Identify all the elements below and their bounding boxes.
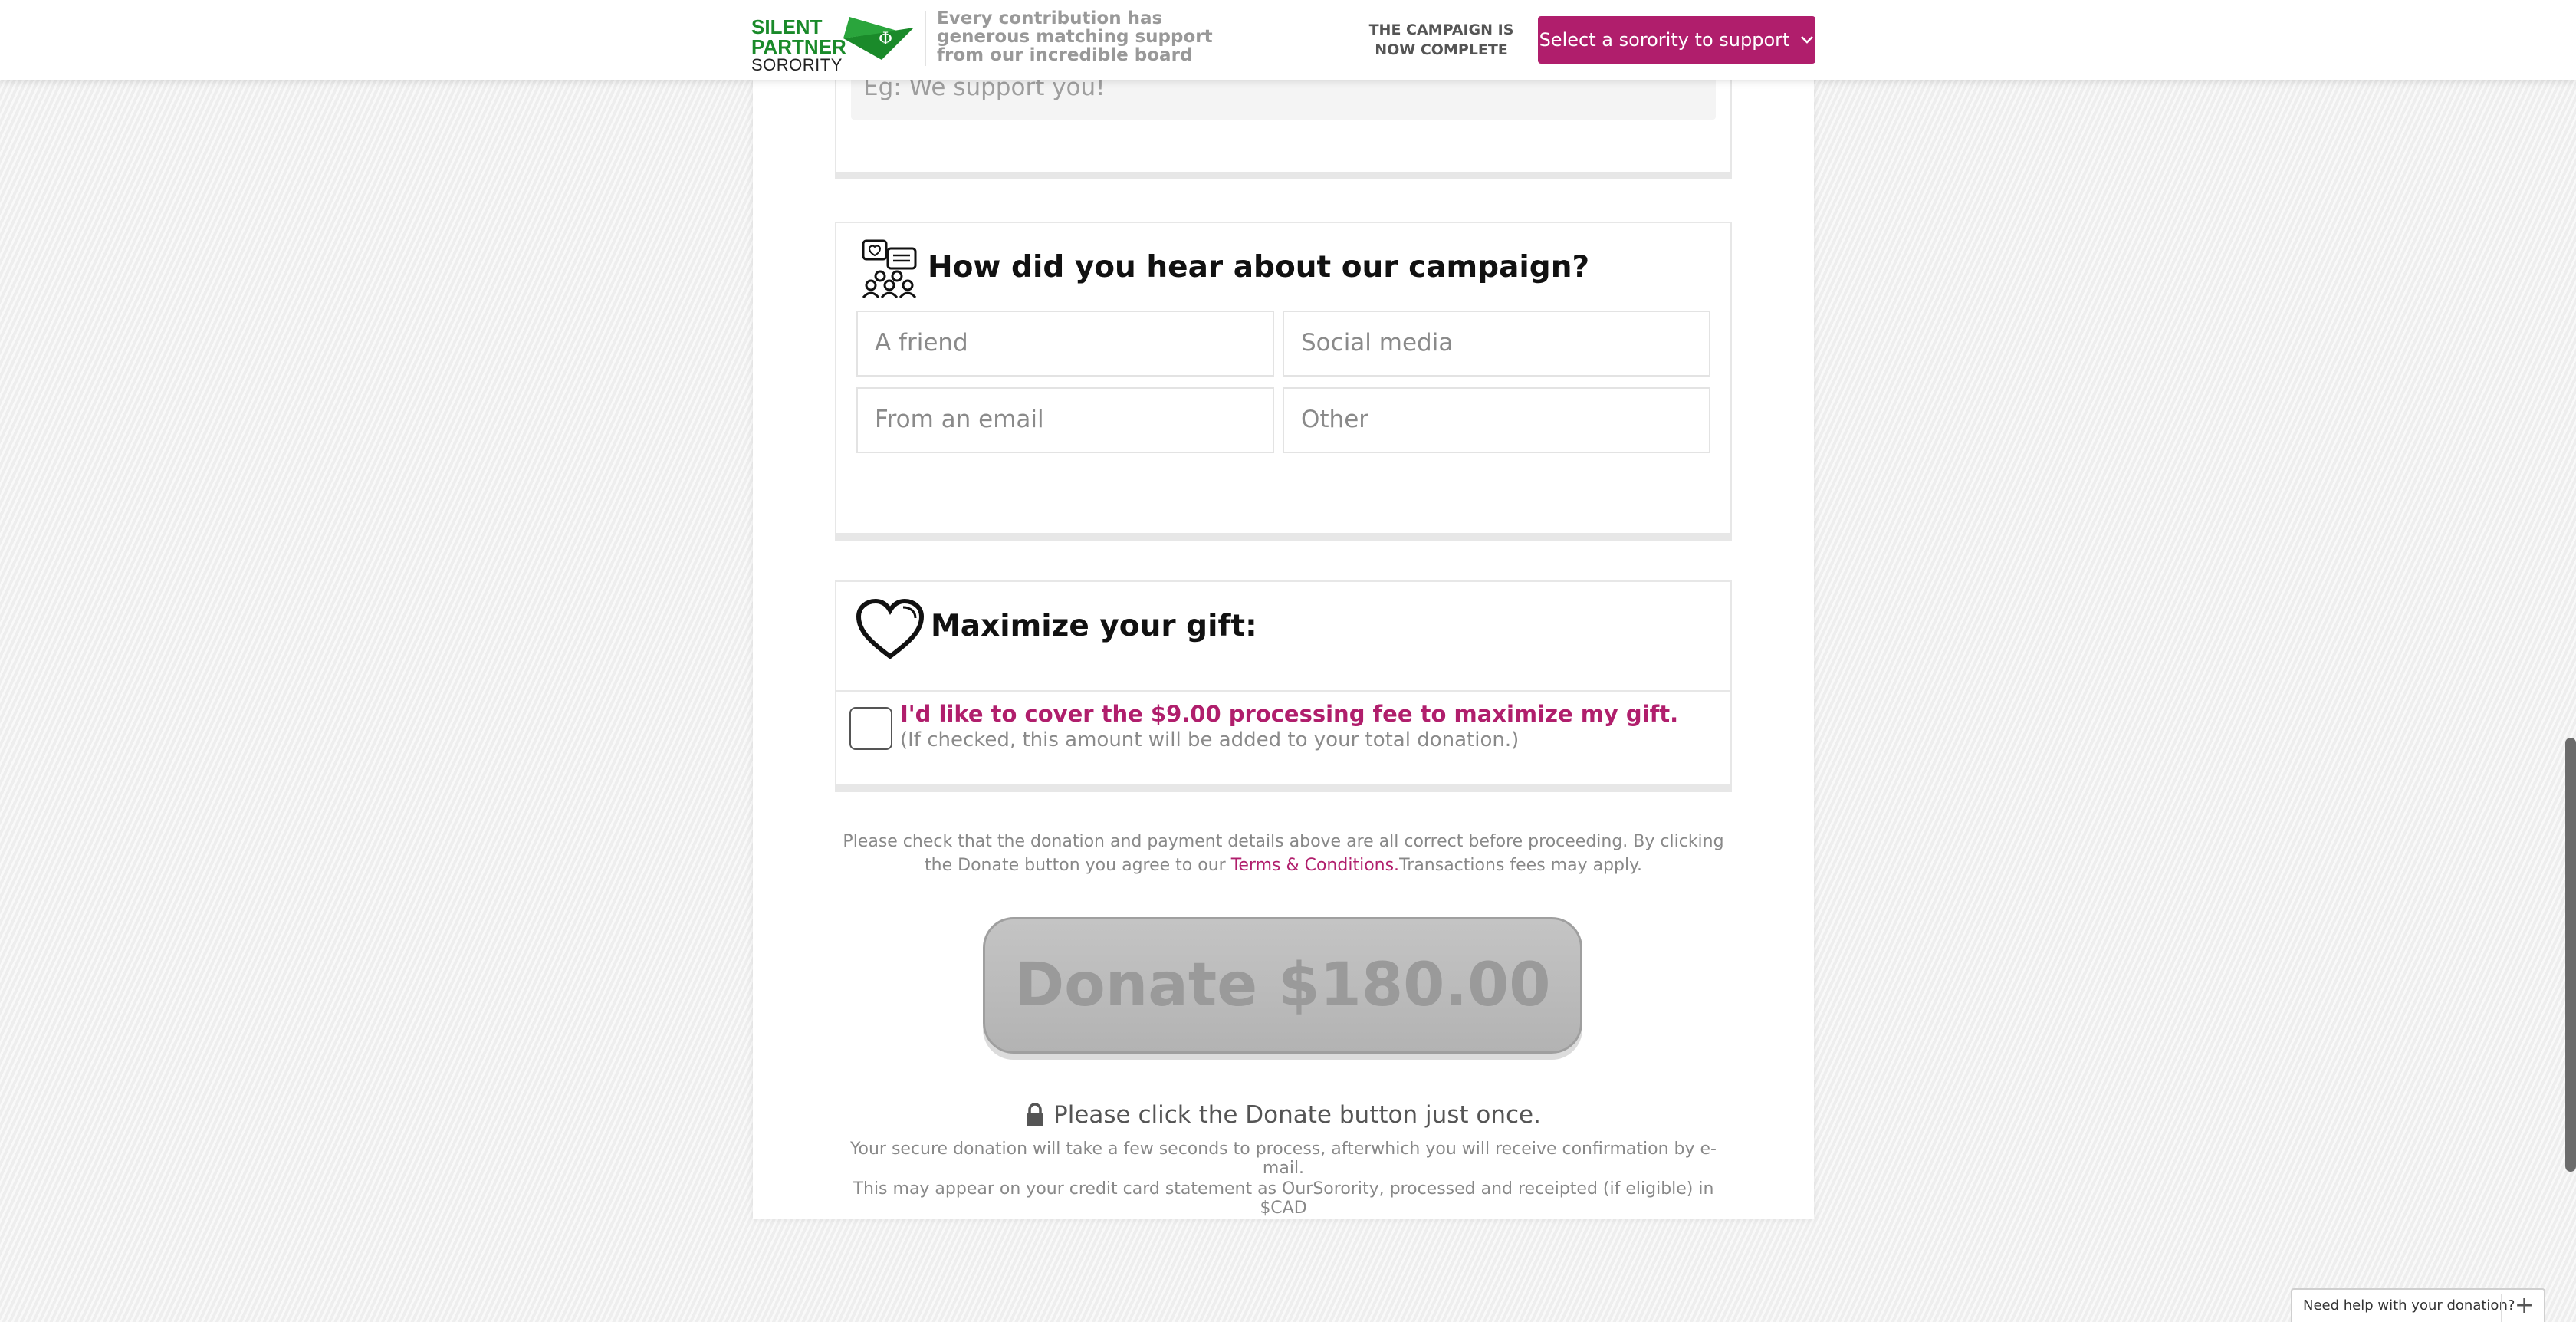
help-widget-divider <box>2501 1294 2502 1322</box>
silent-partner-logo[interactable]: SILENT PARTNER SORORITY Φ <box>751 12 920 74</box>
option-social-media[interactable]: Social media <box>1283 311 1710 377</box>
terms-link[interactable]: Terms & Conditions. <box>1231 856 1399 875</box>
hear-about-title: How did you hear about our campaign? <box>928 250 1590 284</box>
click-once-notice: Please click the Donate button just once… <box>833 1101 1734 1129</box>
select-sorority-label: Select a sorority to support <box>1539 29 1790 51</box>
heart-icon <box>856 598 925 659</box>
terms-disclaimer: Please check that the donation and payme… <box>833 830 1734 877</box>
svg-text:Φ: Φ <box>879 30 892 49</box>
click-once-text: Please click the Donate button just once… <box>1053 1101 1541 1129</box>
cover-fee-label[interactable]: I'd like to cover the $9.00 processing f… <box>900 701 1678 727</box>
people-chat-icon <box>862 239 917 299</box>
lock-icon <box>1027 1103 1043 1126</box>
plus-icon[interactable]: + <box>2515 1293 2534 1319</box>
help-widget-label: Need help with your donation? <box>2303 1297 2515 1314</box>
page-scrollbar-thumb[interactable] <box>2565 738 2576 1172</box>
logo-text-partner: PARTNER <box>751 35 846 58</box>
help-widget[interactable]: Need help with your donation? + <box>2291 1288 2545 1322</box>
donate-button[interactable]: Donate $180.00 <box>983 917 1582 1054</box>
header-tagline: Every contribution has generous matching… <box>937 8 1213 65</box>
statement-descriptor-text: This may appear on your credit card stat… <box>853 1179 1714 1218</box>
chevron-down-icon <box>1801 36 1814 44</box>
option-other[interactable]: Other <box>1283 387 1710 453</box>
logo-text-sorority: SORORITY <box>751 55 843 74</box>
campaign-status: THE CAMPAIGN IS NOW COMPLETE <box>1368 21 1514 58</box>
cover-fee-note: (If checked, this amount will be added t… <box>900 728 1520 751</box>
option-from-an-email[interactable]: From an email <box>856 387 1274 453</box>
select-sorority-button[interactable]: Select a sorority to support <box>1538 16 1815 64</box>
disclaimer-fees-text: Transactions fees may apply. <box>1399 856 1642 875</box>
maximize-title: Maximize your gift: <box>931 609 1257 643</box>
logo-flag-icon: Φ <box>843 17 914 60</box>
maximize-divider <box>836 690 1730 692</box>
secure-processing-text: Your secure donation will take a few sec… <box>849 1139 1717 1178</box>
option-a-friend[interactable]: A friend <box>856 311 1274 377</box>
logo-divider <box>925 11 926 66</box>
cover-fee-checkbox[interactable] <box>849 707 892 750</box>
logo-text-silent: SILENT <box>751 15 823 38</box>
site-header: SILENT PARTNER SORORITY Φ Every contribu… <box>0 0 2576 80</box>
